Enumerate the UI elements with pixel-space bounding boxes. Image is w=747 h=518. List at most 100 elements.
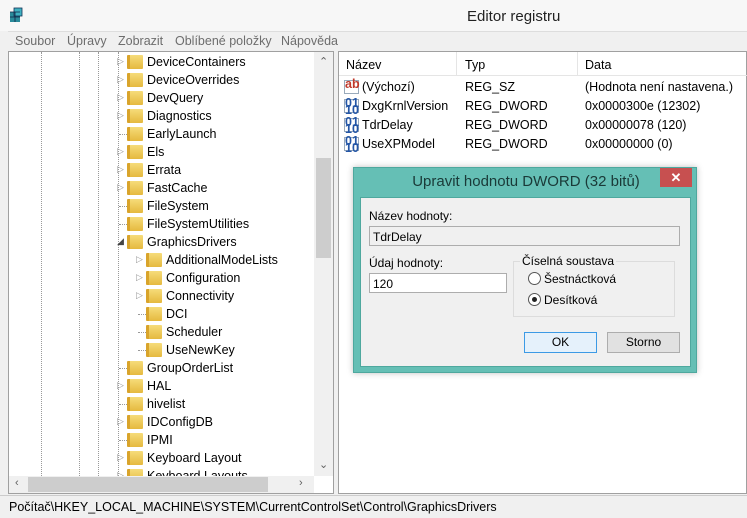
- tree-item[interactable]: ▷ DeviceOverrides: [9, 71, 314, 89]
- expand-icon[interactable]: ▷: [117, 380, 124, 391]
- tree-item-label: Diagnostics: [147, 109, 212, 123]
- tree-item-label: Els: [147, 145, 165, 159]
- collapse-icon[interactable]: ◢: [117, 236, 124, 247]
- tree-item-label: DeviceOverrides: [147, 73, 240, 87]
- decimal-label[interactable]: Desítková: [544, 293, 597, 307]
- expand-icon[interactable]: ▷: [117, 416, 124, 427]
- value-data: 0x00000000 (0): [585, 137, 673, 151]
- tree-item[interactable]: ◢ GraphicsDrivers: [9, 233, 314, 251]
- list-item[interactable]: ab (Výchozí) REG_SZ (Hodnota není nastavena…: [339, 78, 747, 97]
- list-item[interactable]: 01 10 DxgKrnlVersion REG_DWORD 0x0000300e (1…: [339, 97, 747, 116]
- tree-item[interactable]: ▷ DeviceContainers: [9, 53, 314, 71]
- tree-item-label: Scheduler: [166, 325, 223, 339]
- scroll-left-icon[interactable]: ‹: [15, 477, 19, 489]
- column-type[interactable]: Typ: [465, 58, 485, 72]
- title-bar: Editor registru: [0, 0, 747, 31]
- tree-item[interactable]: ▷ FastCache: [9, 179, 314, 197]
- column-name[interactable]: Název: [346, 58, 381, 72]
- tree-item-label: FileSystemUtilities: [147, 217, 250, 231]
- expand-icon[interactable]: ▷: [117, 146, 124, 157]
- binary-value-icon: 01 10: [344, 96, 359, 117]
- tree-item-label: Keyboard Layouts: [147, 469, 248, 476]
- hex-radio[interactable]: [528, 272, 541, 285]
- tree-item[interactable]: EarlyLaunch: [9, 125, 314, 143]
- tree-item[interactable]: ▷ Els: [9, 143, 314, 161]
- tree-item[interactable]: GroupOrderList: [9, 359, 314, 377]
- tree-item[interactable]: ▷ DevQuery: [9, 89, 314, 107]
- value-name: UseXPModel: [362, 137, 435, 151]
- folder-icon: [127, 469, 143, 476]
- menu-zobrazit[interactable]: Zobrazit: [118, 34, 163, 48]
- tree-item[interactable]: ▷ Configuration: [9, 269, 314, 287]
- tree-item[interactable]: ▷ Errata: [9, 161, 314, 179]
- tree-item[interactable]: hivelist: [9, 395, 314, 413]
- expand-icon[interactable]: ▷: [136, 290, 143, 301]
- expand-icon[interactable]: ▷: [117, 74, 124, 85]
- expand-icon[interactable]: ▷: [136, 254, 143, 265]
- ok-button[interactable]: OK: [524, 332, 597, 353]
- tree-item[interactable]: ▷ HAL: [9, 377, 314, 395]
- value-type: REG_DWORD: [465, 99, 548, 113]
- expand-icon[interactable]: ▷: [117, 56, 124, 67]
- tree-item-label: IPMI: [147, 433, 173, 447]
- scroll-down-icon[interactable]: ⌄: [319, 458, 328, 471]
- tree-item[interactable]: FileSystemUtilities: [9, 215, 314, 233]
- expand-icon[interactable]: ▷: [117, 110, 124, 121]
- folder-icon: [127, 109, 143, 123]
- tree-item[interactable]: DCI: [9, 305, 314, 323]
- expand-icon[interactable]: ▷: [117, 452, 124, 463]
- folder-icon: [146, 289, 162, 303]
- tree-item[interactable]: IPMI: [9, 431, 314, 449]
- close-button[interactable]: ✕: [660, 168, 692, 187]
- value-name: TdrDelay: [362, 118, 413, 132]
- cancel-button[interactable]: Storno: [607, 332, 680, 353]
- tree-item[interactable]: ▷ AdditionalModeLists: [9, 251, 314, 269]
- tree-horizontal-scrollbar[interactable]: ‹ ›: [9, 476, 314, 493]
- tree-item[interactable]: FileSystem: [9, 197, 314, 215]
- window-title: Editor registru: [467, 8, 561, 25]
- expand-icon[interactable]: ▷: [117, 92, 124, 103]
- tree-item[interactable]: Scheduler: [9, 323, 314, 341]
- value-data-input[interactable]: 120: [369, 273, 507, 293]
- value-name-label: Název hodnoty:: [369, 209, 453, 223]
- menu-upravy[interactable]: Úpravy: [67, 34, 107, 48]
- tree-item[interactable]: ▷ Diagnostics: [9, 107, 314, 125]
- scroll-up-icon[interactable]: ⌃: [319, 55, 328, 68]
- folder-icon: [146, 307, 162, 321]
- scroll-thumb[interactable]: [316, 158, 331, 258]
- folder-icon: [146, 271, 162, 285]
- tree-item[interactable]: ▷ Keyboard Layout: [9, 449, 314, 467]
- string-value-icon: ab: [344, 78, 360, 94]
- tree-item-label: GraphicsDrivers: [147, 235, 237, 249]
- tree-item[interactable]: UseNewKey: [9, 341, 314, 359]
- hex-label[interactable]: Šestnáctková: [544, 272, 616, 286]
- base-label: Číselná soustava: [520, 254, 617, 268]
- scroll-thumb[interactable]: [28, 477, 268, 492]
- menu-oblibene[interactable]: Oblíbené položky: [175, 34, 272, 48]
- scroll-right-icon[interactable]: ›: [299, 477, 303, 489]
- list-header: Název Typ Data: [339, 52, 747, 76]
- menu-napoveda[interactable]: Nápověda: [281, 34, 338, 48]
- expand-icon[interactable]: ▷: [117, 164, 124, 175]
- tree-item[interactable]: ▷ Connectivity: [9, 287, 314, 305]
- list-item[interactable]: 01 10 TdrDelay REG_DWORD 0x00000078 (120): [339, 116, 747, 135]
- tree-item[interactable]: ▷ Keyboard Layouts: [9, 467, 314, 476]
- value-type: REG_DWORD: [465, 137, 548, 151]
- tree-item-label: GroupOrderList: [147, 361, 234, 375]
- folder-icon: [127, 379, 143, 393]
- tree-vertical-scrollbar[interactable]: ⌃ ⌄: [314, 52, 333, 476]
- tree-item-label: UseNewKey: [166, 343, 235, 357]
- decimal-radio[interactable]: [528, 293, 541, 306]
- column-data[interactable]: Data: [585, 58, 611, 72]
- expand-icon[interactable]: ▷: [117, 182, 124, 193]
- expand-icon[interactable]: ▷: [136, 272, 143, 283]
- tree-item-label: IDConfigDB: [147, 415, 213, 429]
- value-data: 0x00000078 (120): [585, 118, 687, 132]
- menu-soubor[interactable]: Soubor: [15, 34, 55, 48]
- dialog-title: Upravit hodnotu DWORD (32 bitů): [412, 173, 640, 190]
- folder-icon: [127, 361, 143, 375]
- tree-item[interactable]: ▷ IDConfigDB: [9, 413, 314, 431]
- list-item[interactable]: 01 10 UseXPModel REG_DWORD 0x00000000 (0): [339, 135, 747, 154]
- registry-tree: ▷ DeviceContainers ▷ DeviceOverrides ▷ DevQue…: [8, 51, 334, 494]
- value-data: (Hodnota není nastavena.): [585, 80, 734, 94]
